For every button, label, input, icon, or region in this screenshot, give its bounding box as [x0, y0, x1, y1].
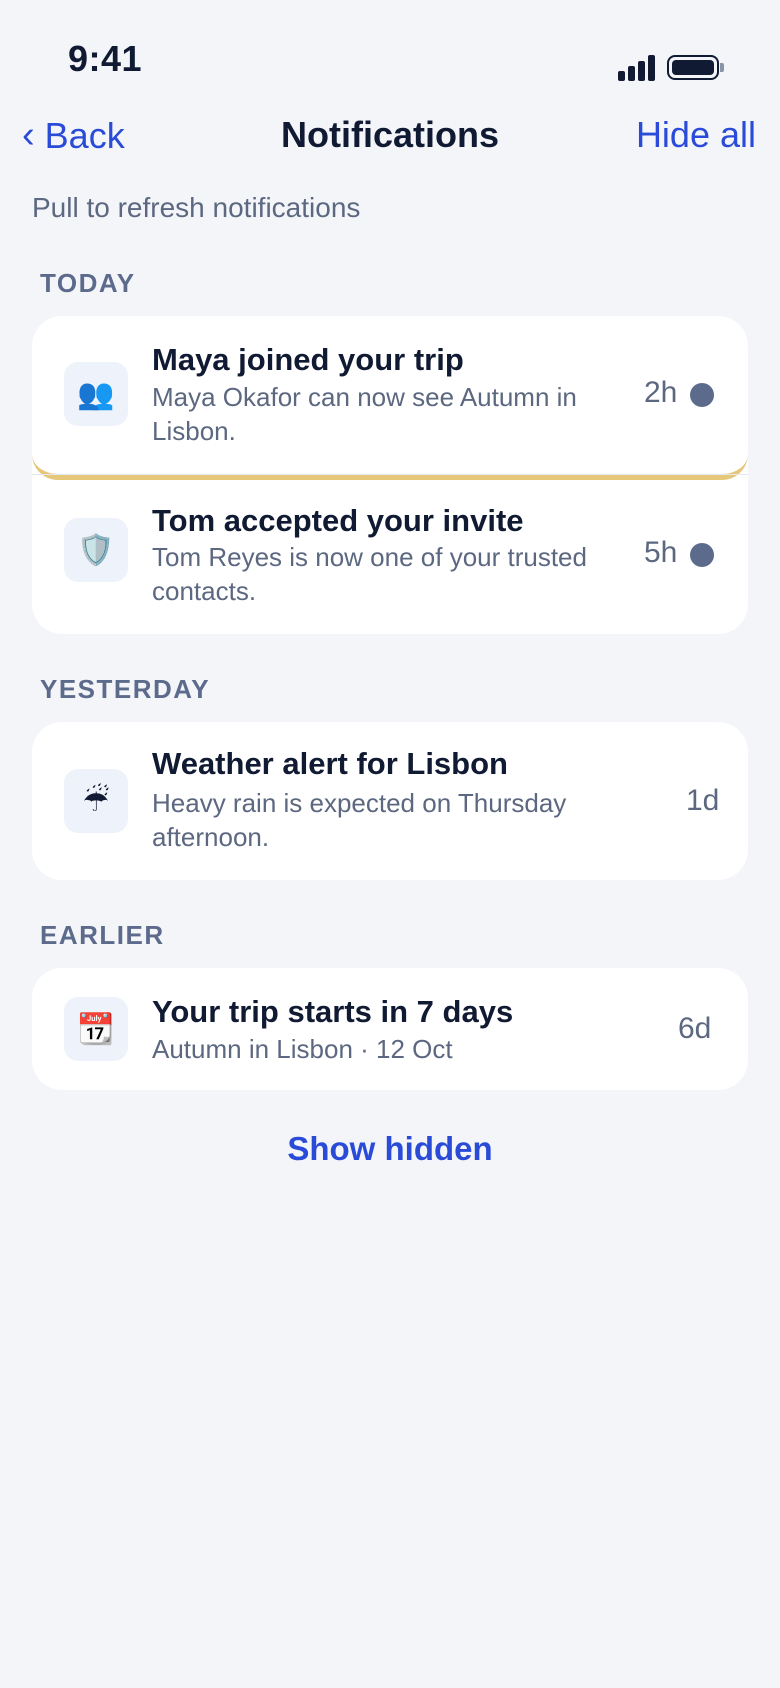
- umbrella-rain-icon: ☔: [64, 769, 128, 833]
- notification-time: 5h: [644, 536, 678, 569]
- calendar-icon: 📆: [64, 997, 128, 1061]
- notification-item[interactable]: 📆 Your trip starts in 7 days Autumn in L…: [32, 968, 748, 1090]
- notification-time: 2h: [644, 376, 678, 409]
- battery-cap: [720, 63, 724, 72]
- notification-item[interactable]: 🛡️ Tom accepted your invite Tom Reyes is…: [32, 476, 748, 634]
- battery-icon: [667, 55, 719, 80]
- notification-body: Maya Okafor can now see Autumn in Lisbon…: [152, 382, 577, 446]
- status-time: 9:41: [68, 38, 143, 79]
- shield-icon: 🛡️: [64, 518, 128, 582]
- section-label-earlier: EARLIER: [40, 920, 165, 950]
- refresh-hint: Pull to refresh notifications: [32, 192, 361, 223]
- notification-time: 1d: [686, 784, 720, 817]
- notification-group-yesterday: ☔ Weather alert for Lisbon Heavy rain is…: [32, 722, 748, 880]
- divider: [32, 474, 748, 475]
- notification-body: Tom Reyes is now one of your trusted con…: [152, 542, 587, 606]
- unread-dot: [690, 383, 714, 407]
- notification-body: Autumn in Lisbon · 12 Oct: [152, 1034, 453, 1064]
- notification-group-today: 👥 Maya joined your trip Maya Okafor can …: [32, 316, 748, 634]
- back-button[interactable]: ‹ Back: [22, 114, 125, 157]
- show-hidden-button[interactable]: Show hidden: [0, 1130, 780, 1168]
- notification-item[interactable]: 👥 Maya joined your trip Maya Okafor can …: [32, 316, 748, 476]
- notification-time: 6d: [678, 1012, 712, 1045]
- notification-title: Weather alert for Lisbon: [152, 746, 508, 781]
- notification-title: Maya joined your trip: [152, 342, 464, 377]
- notification-group-earlier: 📆 Your trip starts in 7 days Autumn in L…: [32, 968, 748, 1090]
- cellular-signal-icon: [618, 55, 656, 81]
- hide-all-button[interactable]: Hide all: [636, 114, 756, 156]
- notification-body: Heavy rain is expected on Thursday after…: [152, 788, 567, 852]
- people-icon: 👥: [64, 362, 128, 426]
- unread-dot: [690, 543, 714, 567]
- notification-title: Tom accepted your invite: [152, 503, 524, 538]
- notification-item[interactable]: ☔ Weather alert for Lisbon Heavy rain is…: [32, 722, 748, 880]
- status-bar: 9:41: [0, 0, 780, 110]
- section-label-yesterday: YESTERDAY: [40, 674, 211, 704]
- back-label: Back: [44, 114, 125, 156]
- chevron-left-icon: ‹: [22, 114, 35, 156]
- section-label-today: TODAY: [40, 268, 136, 298]
- notification-title: Your trip starts in 7 days: [152, 994, 514, 1029]
